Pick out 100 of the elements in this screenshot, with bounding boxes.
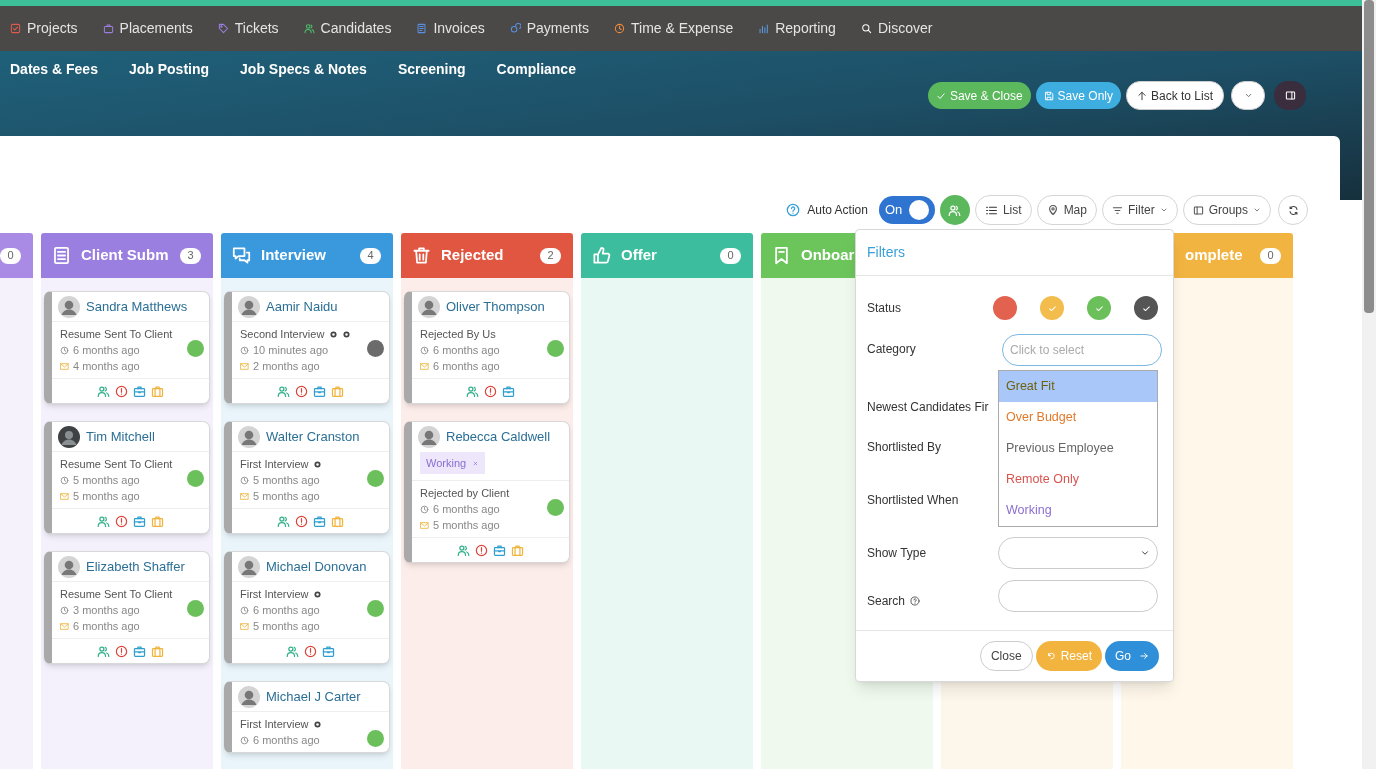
time-text: 5 months ago (253, 619, 320, 634)
groups-button[interactable]: Groups (1182, 195, 1271, 225)
toolbox-icon (133, 514, 146, 528)
nav-link[interactable]: Projects (10, 18, 78, 39)
sidebar-icon (1284, 90, 1296, 101)
briefcase-icon (102, 23, 114, 34)
close-icon (472, 459, 480, 467)
status-toggle[interactable] (1040, 296, 1064, 320)
clock-icon (240, 345, 249, 355)
suitcase-icon (151, 384, 164, 398)
nav-link[interactable]: Tickets (217, 18, 279, 39)
toggle-switch[interactable]: On (878, 196, 935, 224)
people-icon (457, 543, 470, 557)
avatar-placeholder-icon (58, 295, 80, 318)
avatar-placeholder-icon (238, 555, 260, 578)
filter-button[interactable]: Filter (1101, 195, 1178, 225)
candidate-card[interactable]: Elizabeth Shaffer Resume Sent To Client 3 months ago 6 months ago (44, 551, 210, 664)
subtab-link[interactable]: Compliance (496, 56, 576, 82)
status-toggle[interactable] (1134, 296, 1158, 320)
candidate-name[interactable]: Oliver Thompson (446, 296, 545, 317)
refresh-button[interactable] (1278, 195, 1308, 225)
candidate-card[interactable]: Rebecca Caldwell Working Rejected by Client 6 months ago 5 months ago (404, 421, 570, 563)
list-view-button[interactable]: List (974, 195, 1032, 225)
alert-icon (295, 384, 308, 398)
nav-link[interactable]: Discover (860, 18, 933, 39)
envelope-icon (240, 621, 249, 631)
right-arrow-icon (1139, 651, 1149, 661)
category-field[interactable]: Click to select (1002, 334, 1162, 366)
auto-action-label: Auto Action (807, 202, 868, 219)
subtab-link[interactable]: Dates & Fees (10, 56, 98, 82)
candidate-card[interactable]: Tim Mitchell Resume Sent To Client 5 months ago 5 months ago (44, 421, 210, 534)
checkbox-icon (10, 23, 21, 34)
status-toggle[interactable] (993, 296, 1017, 320)
time-text: 6 months ago (73, 619, 140, 634)
avatar-photo (58, 425, 80, 448)
subtab-link[interactable]: Job Posting (128, 56, 210, 82)
candidate-name[interactable]: Michael J Carter (266, 686, 361, 707)
column-title: Interview (261, 245, 327, 266)
clock-icon (60, 605, 69, 615)
alert-icon (115, 644, 128, 658)
candidate-card[interactable]: Walter Cranston First Interview 5 months ago 5 months ago (224, 421, 390, 534)
round-marker-icon (314, 720, 322, 728)
scrollbar-thumb[interactable] (1364, 0, 1374, 313)
candidate-name[interactable]: Sandra Matthews (86, 296, 188, 317)
clock-icon (420, 504, 429, 514)
candidate-name[interactable]: Walter Cranston (266, 426, 360, 447)
candidate-name[interactable]: Aamir Naidu (266, 296, 338, 317)
panel-toggle-button[interactable] (1274, 81, 1306, 110)
stage-label: Resume Sent To Client (60, 457, 173, 472)
candidate-name[interactable]: Rebecca Caldwell (446, 427, 551, 447)
stage-label: First Interview (240, 717, 309, 732)
search-field[interactable] (998, 580, 1158, 612)
status-toggle[interactable] (1087, 296, 1111, 320)
bar-chart-icon (758, 23, 770, 34)
nav-link[interactable]: Placements (102, 18, 193, 39)
thumbs-up-icon (592, 246, 611, 265)
candidate-name[interactable]: Michael Donovan (266, 556, 367, 577)
column-title: omplete (1185, 245, 1243, 266)
candidate-name[interactable]: Elizabeth Shaffer (86, 556, 185, 577)
candidate-card[interactable]: Michael Donovan First Interview 6 months ago 5 months ago (224, 551, 390, 664)
round-marker-icon (314, 590, 322, 598)
count-badge: 4 (360, 247, 381, 264)
candidate-card[interactable]: Michael J Carter First Interview 6 months ago (224, 681, 390, 753)
document-icon (52, 246, 71, 265)
column-title: Onboar (801, 245, 855, 266)
back-to-list-button[interactable]: Back to List (1125, 81, 1224, 110)
map-view-button[interactable]: Map (1036, 195, 1097, 225)
people-icon (466, 384, 479, 398)
stage-label: Rejected by Client (420, 486, 510, 501)
candidate-name[interactable]: Tim Mitchell (86, 426, 155, 447)
suitcase-icon (511, 543, 524, 557)
alert-icon (304, 644, 317, 658)
candidate-card[interactable]: Oliver Thompson Rejected By Us 6 months ago 6 months ago (404, 291, 570, 404)
envelope-icon (420, 520, 429, 530)
subtab-link[interactable]: Job Specs & Notes (240, 56, 367, 82)
stage-label: Resume Sent To Client (60, 327, 173, 342)
dropdown-option[interactable]: Great Fit (999, 371, 1157, 402)
close-button[interactable]: Close (979, 641, 1033, 671)
count-badge: 3 (180, 247, 201, 264)
undo-icon (1045, 651, 1056, 661)
time-text: 3 months ago (73, 603, 140, 618)
chevron-down-icon (1243, 91, 1253, 100)
avatar-placeholder-icon (58, 555, 80, 578)
candidate-card[interactable]: Sandra Matthews Resume Sent To Client 6 months ago 4 months ago (44, 291, 210, 404)
checkmark-icon (935, 90, 946, 101)
candidate-card[interactable]: Aamir Naidu Second Interview 10 minutes ago 2 months ago (224, 291, 390, 404)
nav-link[interactable]: Candidates (303, 18, 392, 39)
nav-link[interactable]: Time & Expense (614, 18, 734, 39)
subtab-link[interactable]: Screening (397, 56, 466, 82)
more-button[interactable] (1231, 81, 1265, 110)
nav-link[interactable]: Invoices (416, 18, 485, 39)
category-tag: Working (420, 452, 486, 474)
nav-link[interactable]: Reporting (758, 18, 836, 39)
team-button[interactable] (939, 195, 970, 225)
nav-link[interactable]: Payments (509, 18, 589, 39)
stage-label: First Interview (240, 457, 309, 472)
field-label: Newest Candidates Fir (867, 399, 990, 416)
avatar-placeholder-icon (238, 685, 260, 708)
clock-icon (420, 345, 429, 355)
toolbox-icon (133, 384, 146, 398)
